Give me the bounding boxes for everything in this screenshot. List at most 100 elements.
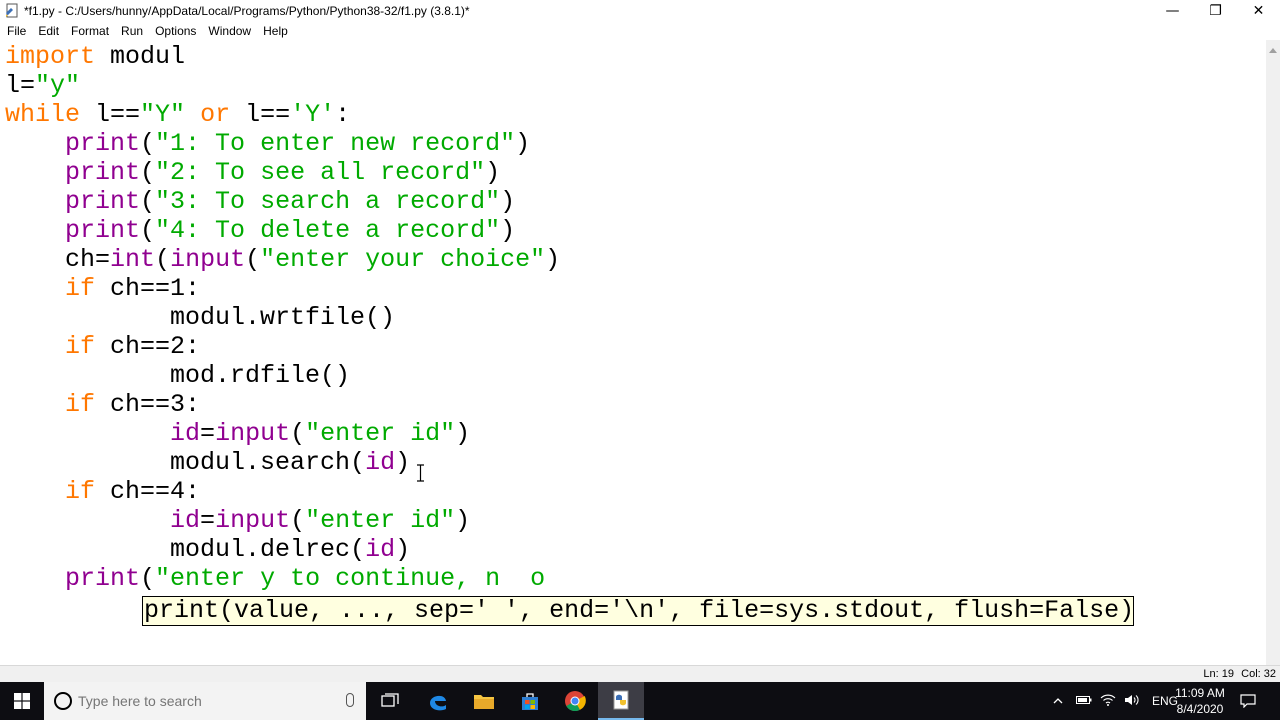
code-token: input — [215, 419, 291, 448]
code-line[interactable]: id=input("enter id") — [5, 419, 470, 448]
code-line[interactable]: print("enter y to continue, n o — [5, 564, 545, 593]
store-icon[interactable] — [507, 682, 553, 720]
code-token: while — [5, 100, 81, 129]
code-line[interactable]: import modul — [5, 42, 185, 71]
code-line[interactable]: while l=="Y" or l=='Y': — [5, 100, 350, 129]
code-token: = — [200, 419, 216, 448]
code-token: if — [65, 477, 96, 506]
code-token: id — [170, 419, 201, 448]
code-line[interactable]: print("3: To search a record") — [5, 187, 515, 216]
code-line[interactable]: print("1: To enter new record") — [5, 129, 530, 158]
code-token: ( — [140, 216, 156, 245]
code-token: ( — [290, 506, 306, 535]
code-line[interactable]: modul.search(id) — [5, 448, 410, 477]
code-token: ( — [140, 158, 156, 187]
menu-run[interactable]: Run — [115, 24, 149, 38]
code-token: ch==3: — [95, 390, 201, 419]
code-line[interactable]: if ch==1: — [5, 274, 200, 303]
code-token: l== — [230, 100, 291, 129]
code-token: ) — [395, 535, 411, 564]
code-token: "y" — [35, 71, 81, 100]
calltip-tooltip: print(value, ..., sep=' ', end='\n', fil… — [142, 596, 1135, 626]
menu-file[interactable]: File — [0, 24, 32, 38]
code-token: 'Y' — [290, 100, 336, 129]
code-token: modul.search( — [5, 448, 366, 477]
menu-help[interactable]: Help — [257, 24, 294, 38]
code-token: "enter y to continue, n o — [155, 564, 546, 593]
code-token: "enter id" — [305, 419, 456, 448]
status-line: Ln: 19 — [1203, 668, 1234, 680]
code-line[interactable]: if ch==3: — [5, 390, 200, 419]
clock-date: 8/4/2020 — [1176, 702, 1224, 716]
code-token: ( — [290, 419, 306, 448]
clock-time: 11:09 AM — [1175, 686, 1225, 700]
edge-browser-icon[interactable] — [415, 682, 461, 720]
code-line[interactable]: if ch==4: — [5, 477, 200, 506]
vertical-scrollbar[interactable] — [1266, 40, 1280, 665]
code-token: ) — [515, 129, 531, 158]
cortana-icon — [54, 692, 72, 710]
code-token: input — [215, 506, 291, 535]
code-editor[interactable]: import modul l="y" while l=="Y" or l=='Y':… — [0, 40, 1266, 665]
code-token: ( — [140, 187, 156, 216]
start-button[interactable] — [0, 682, 44, 720]
battery-icon[interactable] — [1072, 694, 1096, 708]
ibeam-cursor-icon — [416, 464, 425, 482]
code-line[interactable]: mod.rdfile() — [5, 361, 350, 390]
microphone-icon[interactable] — [346, 693, 354, 707]
volume-icon[interactable] — [1120, 694, 1144, 709]
code-token: print — [65, 129, 141, 158]
code-token: print — [65, 564, 141, 593]
file-explorer-icon[interactable] — [461, 682, 507, 720]
chrome-icon[interactable] — [552, 682, 598, 720]
wifi-icon[interactable] — [1096, 694, 1120, 709]
code-line[interactable]: modul.delrec(id) — [5, 535, 410, 564]
code-token: l== — [80, 100, 141, 129]
task-view-icon[interactable] — [367, 682, 413, 720]
code-line[interactable]: if ch==2: — [5, 332, 200, 361]
code-line[interactable]: ch=int(input("enter your choice") — [5, 245, 560, 274]
code-token: print — [65, 187, 141, 216]
code-token: ch==4: — [95, 477, 201, 506]
window-title: *f1.py - C:/Users/hunny/AppData/Local/Pr… — [24, 4, 470, 18]
code-token: ( — [140, 129, 156, 158]
code-token: print — [65, 216, 141, 245]
notifications-icon[interactable] — [1228, 682, 1268, 720]
menu-format[interactable]: Format — [65, 24, 115, 38]
taskbar-search[interactable] — [44, 682, 366, 720]
code-token: or — [200, 100, 231, 129]
minimize-button[interactable]: — — [1151, 0, 1194, 22]
taskbar: ENG 11:09 AM 8/4/2020 — [0, 682, 1280, 720]
code-line[interactable]: modul.wrtfile() — [5, 303, 395, 332]
taskbar-clock[interactable]: 11:09 AM 8/4/2020 — [1170, 685, 1230, 717]
code-line[interactable]: print("4: To delete a record") — [5, 216, 515, 245]
code-line[interactable]: print("2: To see all record") — [5, 158, 500, 187]
python-idle-taskbar-icon[interactable] — [598, 682, 644, 720]
scroll-up-arrow-icon[interactable] — [1269, 48, 1277, 53]
menu-edit[interactable]: Edit — [32, 24, 65, 38]
search-input[interactable] — [78, 693, 328, 709]
system-tray: ENG — [1050, 682, 1178, 720]
title-bar: *f1.py - C:/Users/hunny/AppData/Local/Pr… — [0, 0, 1280, 22]
code-line[interactable]: id=input("enter id") — [5, 506, 470, 535]
code-token: id — [365, 535, 396, 564]
code-token: : — [335, 100, 351, 129]
restore-button[interactable]: ❐ — [1194, 0, 1237, 22]
close-button[interactable]: ✕ — [1237, 0, 1280, 22]
code-token: print — [65, 158, 141, 187]
menu-window[interactable]: Window — [202, 24, 257, 38]
show-hidden-icons-icon[interactable] — [1050, 694, 1066, 708]
menu-options[interactable]: Options — [149, 24, 202, 38]
code-token: ) — [455, 506, 471, 535]
code-token: ) — [500, 187, 516, 216]
code-token: modul — [95, 42, 186, 71]
code-line[interactable]: l="y" — [5, 71, 80, 100]
